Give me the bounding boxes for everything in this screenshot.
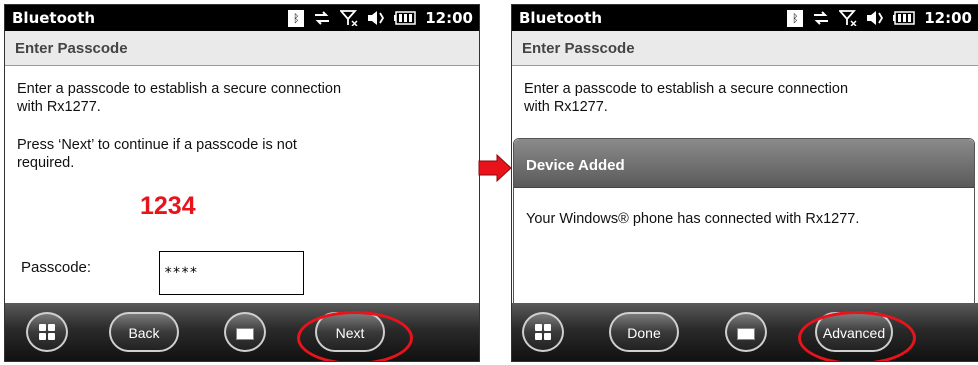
status-bar: Bluetooth ᛒ 12:00 — [512, 5, 978, 31]
keyboard-button[interactable] — [725, 312, 767, 352]
start-button[interactable] — [26, 312, 68, 352]
page-header: Enter Passcode — [512, 31, 978, 66]
passcode-callout: 1234 — [140, 192, 196, 220]
phone-screen-enter-passcode: Bluetooth ᛒ 12:00 Enter Passcode Enter a… — [4, 4, 480, 362]
passcode-input[interactable] — [159, 251, 304, 295]
keyboard-button[interactable] — [224, 312, 266, 352]
softkey-bar: Back Next — [5, 303, 479, 361]
app-title: Bluetooth — [519, 9, 603, 27]
back-button[interactable]: Back — [109, 312, 179, 352]
page-header: Enter Passcode — [5, 31, 479, 66]
speaker-icon — [368, 11, 385, 25]
speaker-icon — [867, 11, 884, 25]
done-button[interactable]: Done — [609, 312, 679, 352]
dialog-divider — [514, 187, 974, 188]
transition-arrow-icon — [478, 154, 512, 182]
page-title: Enter Passcode — [522, 40, 635, 57]
passcode-label: Passcode: — [21, 259, 92, 276]
battery-icon — [394, 11, 416, 25]
bluetooth-icon: ᛒ — [787, 9, 804, 27]
next-button[interactable]: Next — [315, 312, 385, 352]
dialog-message: Your Windows® phone has connected with R… — [526, 211, 860, 227]
windows-icon — [535, 324, 551, 340]
app-title: Bluetooth — [12, 9, 96, 27]
battery-icon — [893, 11, 915, 25]
phone-screen-device-added: Bluetooth ᛒ 12:00 Enter Passcode Enter a… — [511, 4, 978, 362]
clock: 12:00 — [425, 9, 473, 27]
page-title: Enter Passcode — [15, 40, 128, 57]
softkey-bar: Done Advanced — [512, 303, 978, 361]
intro-text: Enter a passcode to establish a secure c… — [524, 81, 849, 115]
hint-text: Press ‘Next’ to continue if a passcode i… — [17, 137, 297, 171]
keyboard-icon — [236, 328, 254, 340]
clock: 12:00 — [924, 9, 972, 27]
advanced-button[interactable]: Advanced — [815, 312, 893, 352]
windows-icon — [39, 324, 55, 340]
start-button[interactable] — [522, 312, 564, 352]
intro-text: Enter a passcode to establish a secure c… — [17, 81, 342, 115]
sync-arrows-icon — [814, 11, 829, 25]
sync-arrows-icon — [315, 11, 330, 25]
keyboard-icon — [737, 328, 755, 340]
dialog-title: Device Added — [526, 157, 625, 174]
bluetooth-icon: ᛒ — [288, 9, 305, 27]
signal-off-icon — [839, 10, 857, 26]
status-bar: Bluetooth ᛒ 12:00 — [5, 5, 479, 31]
dialog-header: Device Added — [514, 139, 974, 187]
signal-off-icon — [340, 10, 358, 26]
